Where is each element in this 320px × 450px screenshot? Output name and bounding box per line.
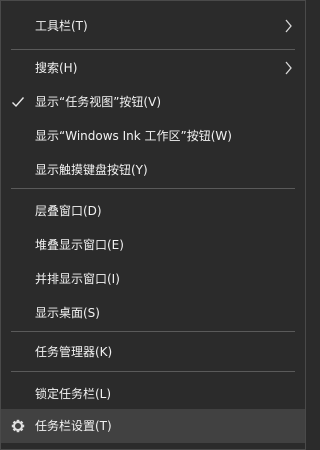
- menu-item-label: 锁定任务栏(L): [35, 387, 112, 401]
- menu-item-stack-windows[interactable]: 堆叠显示窗口(E): [1, 228, 305, 262]
- checkmark-icon: [11, 85, 25, 119]
- menu-item-lock-taskbar[interactable]: 锁定任务栏(L): [1, 377, 305, 411]
- menu-item-label: 显示桌面(S): [35, 306, 100, 320]
- menu-item-toolbars[interactable]: 工具栏(T): [1, 9, 305, 43]
- menu-item-label: 搜索(H): [35, 61, 78, 75]
- menu-item-label: 任务栏设置(T): [35, 419, 112, 433]
- chevron-right-icon: [281, 51, 295, 85]
- menu-separator: [11, 188, 295, 189]
- taskbar-context-menu: 工具栏(T) 搜索(H) 显示“任务视图”按钮(V) 显示“Windows In…: [0, 0, 306, 450]
- menu-separator: [11, 49, 295, 50]
- menu-separator: [11, 371, 295, 372]
- menu-item-cascade-windows[interactable]: 层叠窗口(D): [1, 194, 305, 228]
- menu-item-show-desktop[interactable]: 显示桌面(S): [1, 296, 305, 330]
- menu-item-search[interactable]: 搜索(H): [1, 51, 305, 85]
- menu-item-label: 堆叠显示窗口(E): [35, 238, 124, 252]
- chevron-right-icon: [281, 9, 295, 43]
- menu-separator: [11, 331, 295, 332]
- menu-item-label: 显示触摸键盘按钮(Y): [35, 163, 148, 177]
- menu-item-label: 显示“任务视图”按钮(V): [35, 95, 162, 109]
- menu-item-label: 工具栏(T): [35, 19, 88, 33]
- menu-item-show-windows-ink-button[interactable]: 显示“Windows Ink 工作区”按钮(W): [1, 119, 305, 153]
- gear-icon: [10, 409, 26, 443]
- menu-item-task-manager[interactable]: 任务管理器(K): [1, 335, 305, 369]
- menu-item-show-touch-keyboard-button[interactable]: 显示触摸键盘按钮(Y): [1, 153, 305, 187]
- menu-item-label: 任务管理器(K): [35, 345, 113, 359]
- menu-item-side-by-side-windows[interactable]: 并排显示窗口(I): [1, 262, 305, 296]
- menu-item-label: 显示“Windows Ink 工作区”按钮(W): [35, 129, 232, 143]
- menu-item-show-task-view-button[interactable]: 显示“任务视图”按钮(V): [1, 85, 305, 119]
- menu-item-label: 并排显示窗口(I): [35, 272, 120, 286]
- menu-item-label: 层叠窗口(D): [35, 204, 102, 218]
- menu-item-taskbar-settings[interactable]: 任务栏设置(T): [1, 409, 305, 443]
